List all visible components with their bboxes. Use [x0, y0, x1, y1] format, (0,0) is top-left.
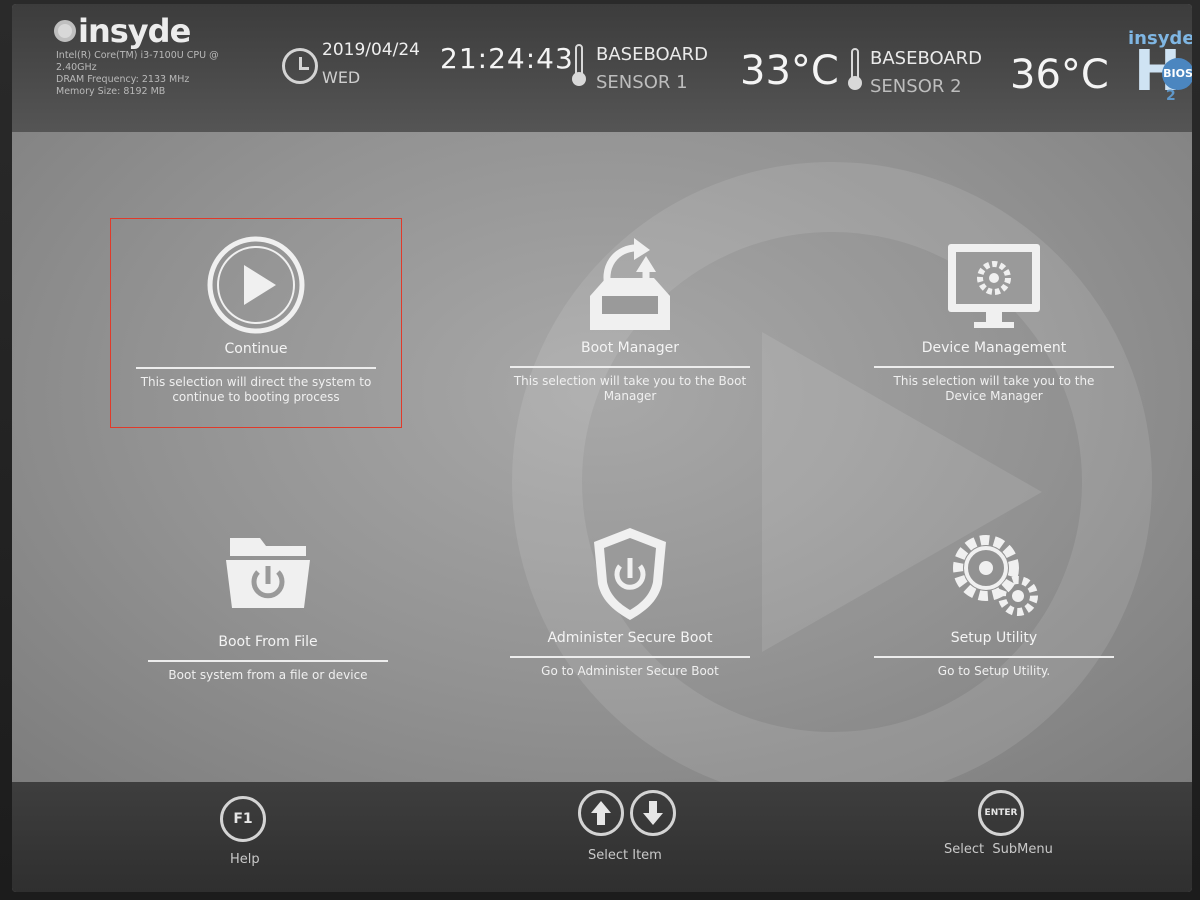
tile-divider	[148, 660, 388, 662]
insyde-logo: insyde	[54, 12, 191, 50]
tile-description: This selection will direct the system to…	[140, 375, 372, 404]
shield-power-icon	[570, 524, 690, 624]
brand-name: insyde	[78, 12, 191, 50]
menu-tile-device-management[interactable]: Device Management This selection will ta…	[848, 234, 1140, 404]
menu-tile-setup-utility[interactable]: Setup Utility Go to Setup Utility.	[848, 524, 1140, 679]
sensor1-label: BASEBOARD	[596, 44, 709, 65]
bios-screen: insyde Intel(R) Core(TM) i3-7100U CPU @ …	[12, 4, 1192, 892]
tile-label: Administer Secure Boot	[547, 630, 713, 646]
tile-label: Continue	[224, 341, 288, 357]
sensor2-label: BASEBOARD	[870, 48, 983, 69]
tile-divider	[874, 366, 1114, 368]
clock-icon	[282, 48, 318, 84]
sensor2-temperature: 36°C	[1010, 52, 1109, 98]
tile-divider	[510, 656, 750, 658]
tile-description: This selection will take you to the Devi…	[893, 374, 1095, 403]
enter-key-icon[interactable]: ENTER	[978, 790, 1024, 836]
cpu-line: Intel(R) Core(TM) i3-7100U CPU @	[56, 50, 219, 61]
play-icon	[196, 235, 316, 335]
tile-label: Device Management	[921, 340, 1067, 356]
cpu-speed-line: 2.40GHz	[56, 62, 97, 73]
main-menu: Continue This selection will direct the …	[12, 132, 1192, 802]
time-text: 21:24:43	[440, 42, 574, 75]
select-item-label: Select Item	[588, 848, 662, 863]
day-text: WED	[322, 68, 361, 87]
thermometer-icon	[848, 48, 862, 92]
tile-description: Boot system from a file or device	[168, 668, 368, 682]
help-label: Help	[230, 852, 260, 867]
system-info: Intel(R) Core(TM) i3-7100U CPU @ 2.40GHz…	[56, 50, 276, 98]
thermometer-icon	[572, 44, 586, 88]
gears-icon	[934, 524, 1054, 624]
tile-divider	[874, 656, 1114, 658]
menu-tile-continue[interactable]: Continue This selection will direct the …	[110, 218, 402, 428]
tile-label: Boot Manager	[580, 340, 680, 356]
sensor1-temperature: 33°C	[740, 48, 839, 94]
folder-power-icon	[208, 528, 328, 628]
menu-tile-boot-from-file[interactable]: Boot From File Boot system from a file o…	[122, 528, 414, 683]
memory-size-line: Memory Size: 8192 MB	[56, 86, 166, 97]
date-text: 2019/04/24	[322, 40, 420, 60]
boot-manager-icon	[570, 234, 690, 334]
tile-description: Go to Administer Secure Boot	[541, 664, 719, 678]
tile-divider	[510, 366, 750, 368]
menu-tile-administer-secure-boot[interactable]: Administer Secure Boot Go to Administer …	[484, 524, 776, 679]
tile-divider	[136, 367, 376, 369]
arrow-down-icon[interactable]	[630, 790, 676, 836]
tile-description: Go to Setup Utility.	[937, 664, 1051, 678]
menu-tile-boot-manager[interactable]: Boot Manager This selection will take yo…	[484, 234, 776, 404]
sensor2-sublabel: SENSOR 2	[870, 76, 962, 97]
dram-frequency-line: DRAM Frequency: 2133 MHz	[56, 74, 190, 85]
footer-bar: F1 Help Select Item ENTER Select SubMenu	[12, 782, 1192, 892]
sensor1-sublabel: SENSOR 1	[596, 72, 688, 93]
tile-label: Setup Utility	[950, 630, 1038, 646]
select-submenu-label: Select SubMenu	[944, 842, 1053, 857]
monitor-gear-icon	[934, 234, 1054, 334]
tile-label: Boot From File	[218, 634, 318, 650]
arrow-up-icon[interactable]	[578, 790, 624, 836]
f1-key-icon[interactable]: F1	[220, 796, 266, 842]
logo-mark-icon	[54, 20, 76, 42]
header-bar: insyde Intel(R) Core(TM) i3-7100U CPU @ …	[12, 4, 1192, 132]
insyde-h2o-bios-logo: insyde H BIOS 2	[1128, 28, 1192, 104]
tile-description: This selection will take you to the Boot…	[513, 374, 747, 403]
